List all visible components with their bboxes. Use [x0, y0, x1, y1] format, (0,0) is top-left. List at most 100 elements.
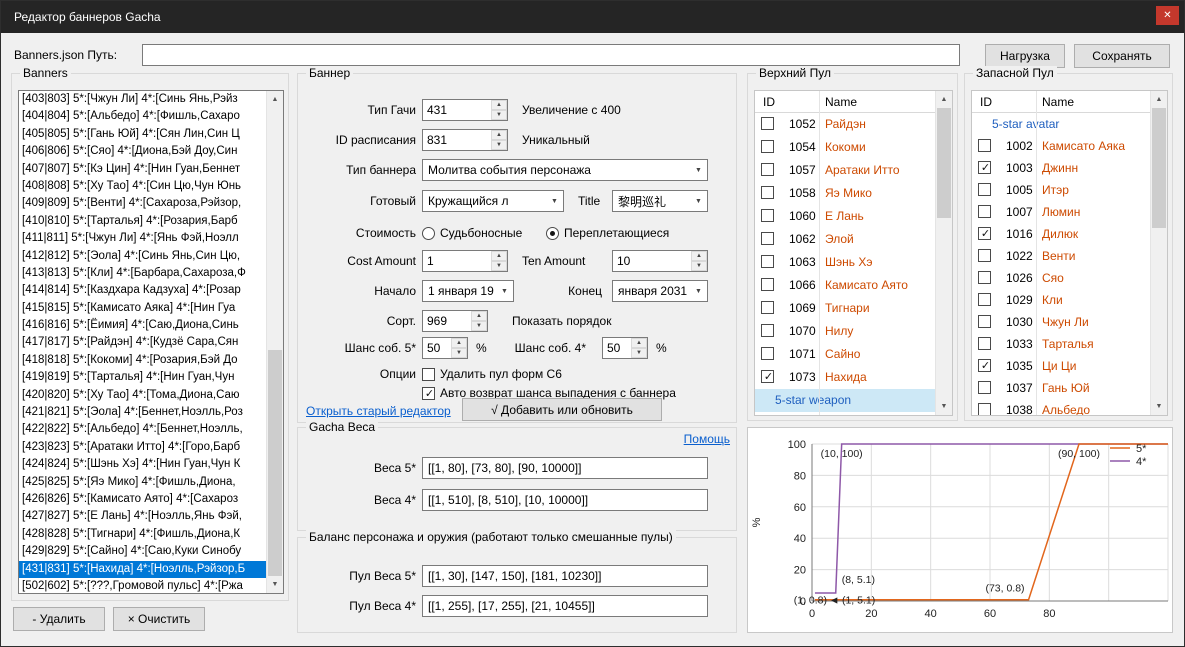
checkbox-unchecked-icon[interactable]: [761, 232, 774, 245]
gacha-type-spinner[interactable]: 431 ▲▼: [422, 99, 508, 121]
banner-list-item[interactable]: [406|806] 5*:[Сяо] 4*:[Диона,Бэй Доу,Син: [19, 143, 266, 160]
banner-list-item[interactable]: [409|809] 5*:[Венти] 4*:[Сахароза,Рэйзор…: [19, 195, 266, 212]
scroll-down-icon[interactable]: ▼: [267, 576, 283, 593]
banner-list-item[interactable]: [411|811] 5*:[Чжун Ли] 4*:[Янь Фэй,Ноэлл: [19, 230, 266, 247]
banner-list-item[interactable]: [418|818] 5*:[Кокоми] 4*:[Розария,Бэй До: [19, 352, 266, 369]
banner-list-item[interactable]: [405|805] 5*:[Гань Юй] 4*:[Сян Лин,Син Ц: [19, 126, 266, 143]
ten-amount-spinner[interactable]: 10 ▲▼: [612, 250, 708, 272]
cost-amount-spinner[interactable]: 1 ▲▼: [422, 250, 508, 272]
banner-list-item[interactable]: [421|821] 5*:[Эола] 4*:[Беннет,Ноэлль,Ро…: [19, 404, 266, 421]
banner-list-item[interactable]: [403|803] 5*:[Чжун Ли] 4*:[Синь Янь,Рэйз: [19, 91, 266, 108]
banner-list-item[interactable]: [422|822] 5*:[Альбедо] 4*:[Беннет,Ноэлль…: [19, 421, 266, 438]
checkbox-unchecked-icon[interactable]: [761, 301, 774, 314]
checkbox-checked-icon[interactable]: [978, 227, 991, 240]
spinner-up-icon[interactable]: ▲: [471, 311, 487, 321]
checkbox-unchecked-icon[interactable]: [761, 347, 774, 360]
checkbox-checked-icon[interactable]: [761, 370, 774, 383]
title-select[interactable]: 黎明巡礼 ▼: [612, 190, 708, 212]
banner-list-item[interactable]: [408|808] 5*:[Ху Тао] 4*:[Син Цю,Чун Юнь: [19, 178, 266, 195]
scroll-thumb[interactable]: [1152, 108, 1166, 228]
checkbox-unchecked-icon[interactable]: [978, 183, 991, 196]
spinner-up-icon[interactable]: ▲: [631, 338, 647, 348]
pool-row[interactable]: 1066Камисато Аято: [755, 274, 935, 297]
pool-row[interactable]: 1062Элой: [755, 228, 935, 251]
weights-4-input[interactable]: [422, 489, 708, 511]
save-button[interactable]: Сохранять: [1074, 44, 1170, 68]
pool-weights-5-input[interactable]: [422, 565, 708, 587]
banner-list-item[interactable]: [407|807] 5*:[Кэ Цин] 4*:[Нин Гуан,Бенне…: [19, 161, 266, 178]
load-button[interactable]: Нагрузка: [985, 44, 1065, 68]
spinner-down-icon[interactable]: ▼: [451, 348, 467, 358]
add-or-update-button[interactable]: √ Добавить или обновить: [462, 398, 662, 421]
checkbox-unchecked-icon[interactable]: [761, 163, 774, 176]
sort-spinner[interactable]: 969 ▲▼: [422, 310, 488, 332]
pool-row[interactable]: 1030Чжун Ли: [972, 311, 1150, 333]
checkbox-unchecked-icon[interactable]: [978, 381, 991, 394]
banners-list-scrollbar[interactable]: ▲ ▼: [266, 91, 283, 593]
banner-list-item[interactable]: [428|828] 5*:[Тигнари] 4*:[Фишль,Диона,К: [19, 526, 266, 543]
banner-list-item[interactable]: [420|820] 5*:[Ху Тао] 4*:[Тома,Диона,Саю: [19, 387, 266, 404]
reserve-pool-scrollbar[interactable]: ▲ ▼: [1150, 91, 1167, 415]
checkbox-unchecked-icon[interactable]: [978, 205, 991, 218]
pool-row[interactable]: 1016Дилюк: [972, 223, 1150, 245]
schedule-id-spinner[interactable]: 831 ▲▼: [422, 129, 508, 151]
checkbox-unchecked-icon[interactable]: [978, 315, 991, 328]
pool-row[interactable]: 1071Сайно: [755, 343, 935, 366]
checkbox-unchecked-icon[interactable]: [978, 403, 991, 415]
banner-list-item[interactable]: [416|816] 5*:[Ёимия] 4*:[Саю,Диона,Синь: [19, 317, 266, 334]
banner-list-item[interactable]: [417|817] 5*:[Райдэн] 4*:[Кудзё Сара,Сян: [19, 334, 266, 351]
checkbox-unchecked-icon[interactable]: [761, 117, 774, 130]
checkbox-unchecked-icon[interactable]: [761, 209, 774, 222]
remove-c6-pool-checkbox[interactable]: Удалить пул форм С6: [422, 366, 562, 383]
prefab-select[interactable]: Кружащийся л ▼: [422, 190, 564, 212]
pool-row[interactable]: 1022Венти: [972, 245, 1150, 267]
checkbox-unchecked-icon[interactable]: [761, 186, 774, 199]
banner-list-item[interactable]: [404|804] 5*:[Альбедо] 4*:[Фишль,Сахаро: [19, 108, 266, 125]
banner-list-item[interactable]: [424|824] 5*:[Шэнь Хэ] 4*:[Нин Гуан,Чун …: [19, 456, 266, 473]
pool-row[interactable]: 1038Альбедо: [972, 399, 1150, 415]
spinner-down-icon[interactable]: ▼: [691, 261, 707, 271]
pool-row[interactable]: 1070Нилу: [755, 320, 935, 343]
open-old-editor-link[interactable]: Открыть старый редактор: [306, 404, 451, 418]
spinner-up-icon[interactable]: ▲: [691, 251, 707, 261]
pool-row[interactable]: 1057Аратаки Итто: [755, 159, 935, 182]
scroll-down-icon[interactable]: ▼: [1151, 398, 1167, 415]
cost-radio-acquaint[interactable]: Судьбоносные: [422, 224, 522, 242]
pool-row[interactable]: 1060Е Лань: [755, 205, 935, 228]
checkbox-checked-icon[interactable]: [978, 359, 991, 372]
banner-list-item[interactable]: [419|819] 5*:[Тарталья] 4*:[Нин Гуан,Чун: [19, 369, 266, 386]
checkbox-checked-icon[interactable]: [978, 161, 991, 174]
checkbox-unchecked-icon[interactable]: [978, 249, 991, 262]
banner-list-item[interactable]: [415|815] 5*:[Камисато Аяка] 4*:[Нин Гуа: [19, 300, 266, 317]
checkbox-unchecked-icon[interactable]: [761, 278, 774, 291]
scroll-down-icon[interactable]: ▼: [936, 398, 952, 415]
spinner-down-icon[interactable]: ▼: [631, 348, 647, 358]
pool-row[interactable]: 1005Итэр: [972, 179, 1150, 201]
event-chance-5-spinner[interactable]: 50 ▲▼: [422, 337, 468, 359]
banner-list-item[interactable]: [427|827] 5*:[Е Лань] 4*:[Ноэлль,Янь Фэй…: [19, 508, 266, 525]
event-chance-4-spinner[interactable]: 50 ▲▼: [602, 337, 648, 359]
end-date-picker[interactable]: января 2031 ▼: [612, 280, 708, 302]
pool-row[interactable]: 11501Меч Сокола: [755, 412, 935, 415]
banner-list-item[interactable]: [426|826] 5*:[Камисато Аято] 4*:[Сахароз: [19, 491, 266, 508]
weights-5-input[interactable]: [422, 457, 708, 479]
checkbox-unchecked-icon[interactable]: [761, 255, 774, 268]
scroll-up-icon[interactable]: ▲: [267, 91, 283, 108]
pool-row[interactable]: 1054Кокоми: [755, 136, 935, 159]
banner-type-select[interactable]: Молитва события персонажа ▼: [422, 159, 708, 181]
pool-row[interactable]: 1029Кли: [972, 289, 1150, 311]
spinner-up-icon[interactable]: ▲: [491, 100, 507, 110]
pool-row[interactable]: 1052Райдэн: [755, 113, 935, 136]
scroll-up-icon[interactable]: ▲: [936, 91, 952, 108]
checkbox-unchecked-icon[interactable]: [978, 293, 991, 306]
spinner-up-icon[interactable]: ▲: [451, 338, 467, 348]
spinner-down-icon[interactable]: ▼: [491, 110, 507, 120]
banner-list-item[interactable]: [429|829] 5*:[Сайно] 4*:[Саю,Куки Синобу: [19, 543, 266, 560]
pool-row[interactable]: 1002Камисато Аяка: [972, 135, 1150, 157]
scroll-thumb[interactable]: [268, 350, 282, 576]
checkbox-unchecked-icon[interactable]: [761, 140, 774, 153]
pool-row[interactable]: 1003Джинн: [972, 157, 1150, 179]
checkbox-unchecked-icon[interactable]: [978, 271, 991, 284]
path-input[interactable]: [142, 44, 960, 66]
pool-row[interactable]: 1035Ци Ци: [972, 355, 1150, 377]
